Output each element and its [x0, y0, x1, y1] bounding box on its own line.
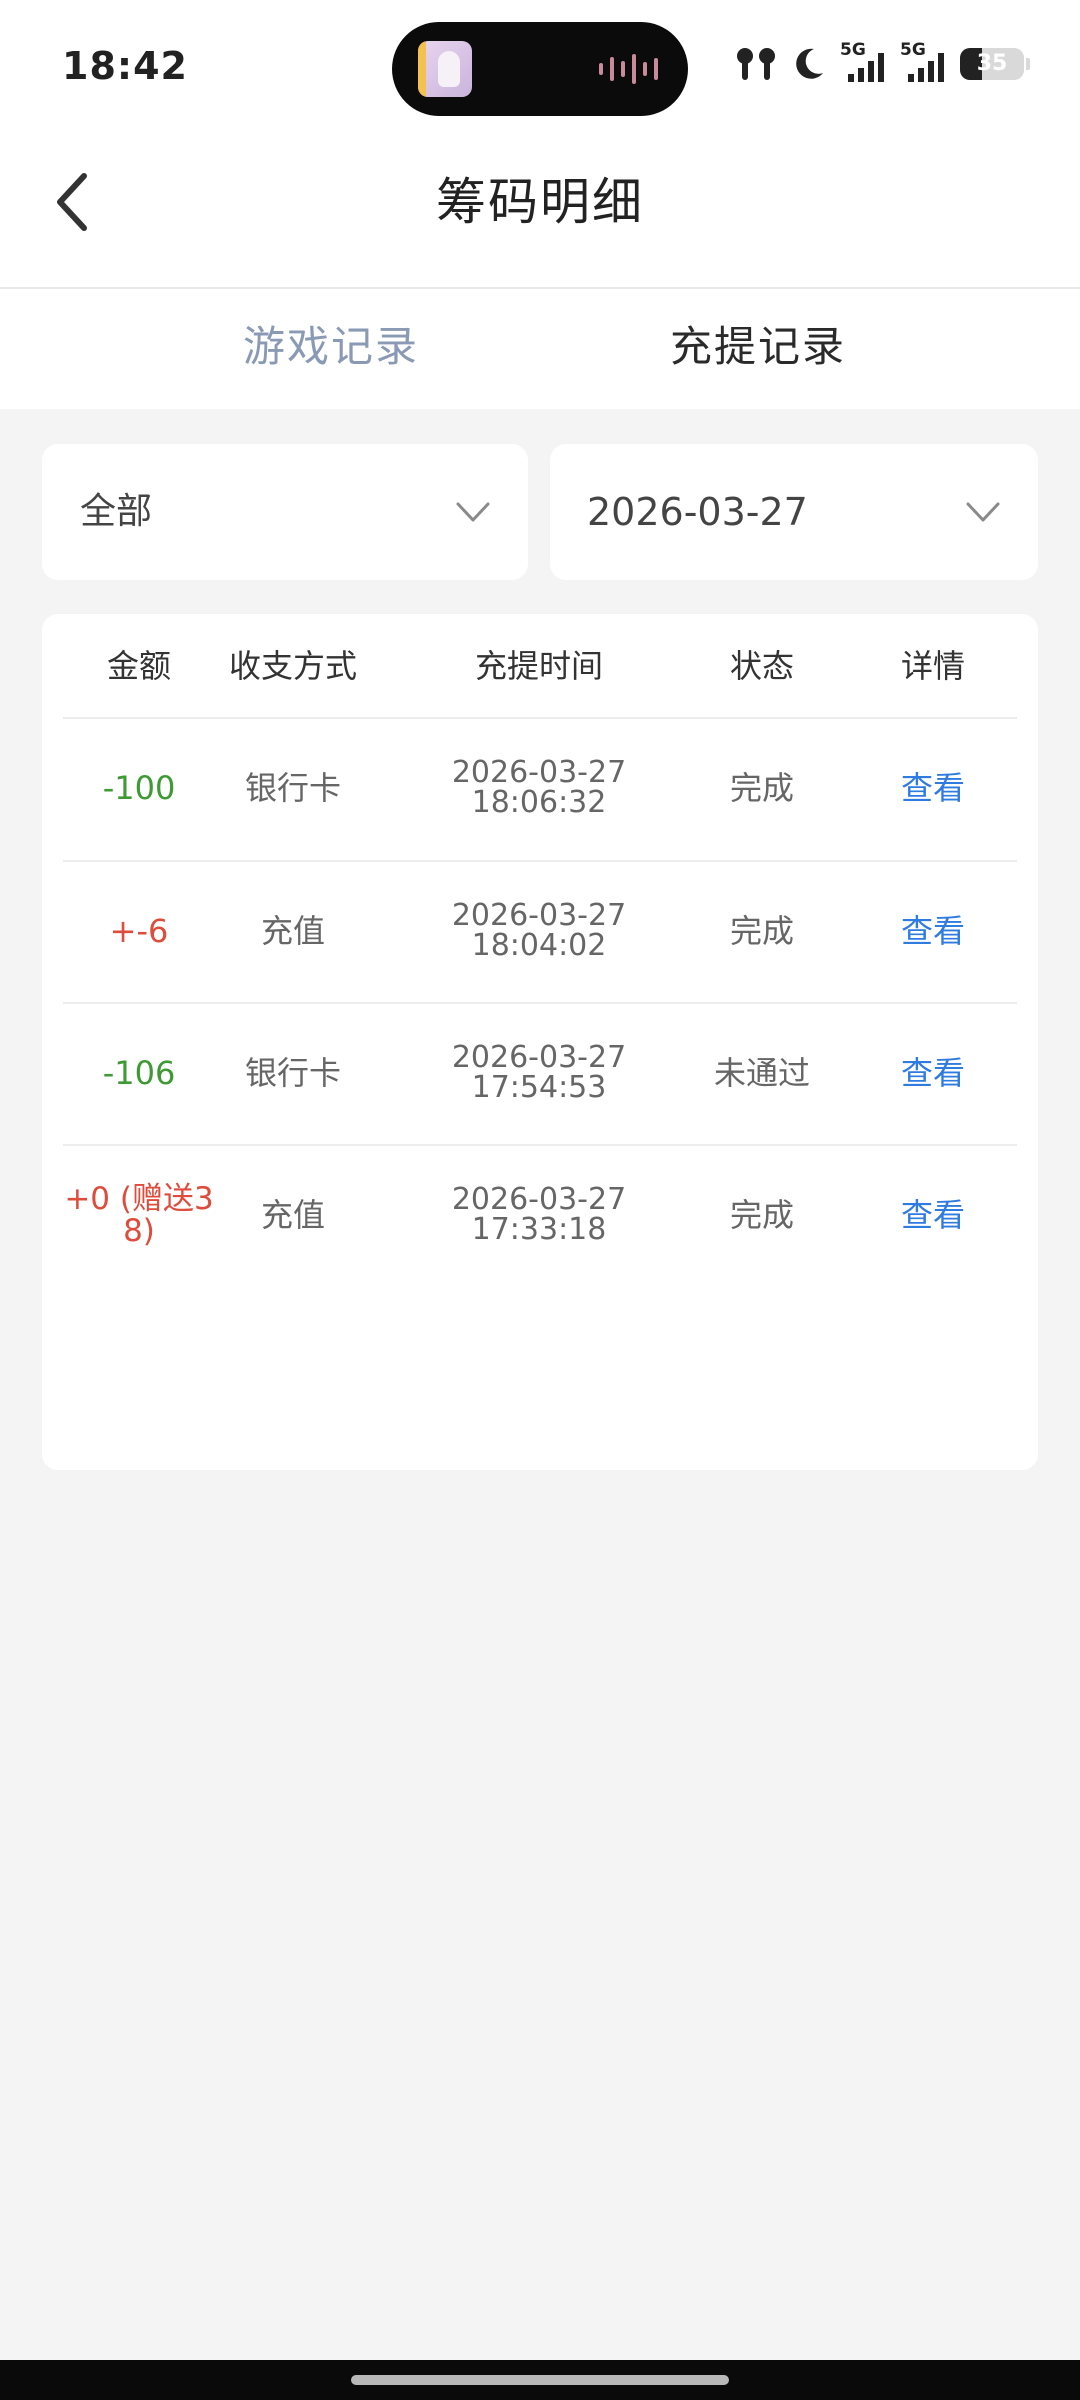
tab-game-records[interactable]: 游戏记录 [243, 317, 419, 377]
row-clock-text: 18:06:32 [471, 785, 607, 820]
header-method: 收支方式 [228, 647, 357, 685]
row-method: 充值 [260, 912, 325, 950]
header-status: 状态 [729, 647, 794, 685]
type-filter-dropdown[interactable]: 全部 [42, 444, 528, 580]
row-status: 完成 [729, 1196, 794, 1234]
row-amount-line2: 8) [123, 1213, 155, 1249]
row-amount: +-6 [109, 912, 169, 950]
battery-icon: 35 [960, 48, 1030, 80]
row-status: 完成 [729, 912, 794, 950]
record-tabs: 游戏记录 充提记录 [0, 289, 1080, 409]
signal-5g-icon: 5G [900, 40, 946, 84]
row-clock-text: 17:33:18 [471, 1212, 607, 1247]
table-row: +0 (赠送3 8) 充值 2026-03-27 17:33:18 完成 查看 [42, 1145, 1038, 1285]
tab-recharge-records[interactable]: 充提记录 [670, 317, 846, 377]
table-row: -100 银行卡 2026-03-27 18:06:32 完成 查看 [42, 718, 1038, 858]
audio-wave-icon [599, 52, 658, 86]
chevron-down-icon [456, 502, 490, 522]
header-detail: 详情 [900, 647, 965, 685]
signal-5g-icon: 5G [840, 40, 886, 84]
header-amount: 金额 [106, 647, 171, 685]
header-time: 充提时间 [474, 647, 603, 685]
row-time: 2026-03-27 17:33:18 [424, 1145, 654, 1285]
row-amount: -106 [102, 1054, 176, 1092]
row-amount: +0 (赠送3 8) [64, 1145, 214, 1285]
view-detail-link[interactable]: 查看 [882, 718, 984, 858]
row-time: 2026-03-27 18:06:32 [424, 718, 654, 858]
page-title: 筹码明细 [436, 173, 644, 231]
row-status: 未通过 [713, 1054, 810, 1092]
view-detail-link[interactable]: 查看 [882, 1003, 984, 1143]
row-amount: -100 [102, 769, 176, 807]
battery-level: 35 [976, 51, 1008, 76]
row-amount-line1: +0 (赠送3 [64, 1181, 214, 1217]
page-header: 筹码明细 [0, 130, 1080, 289]
row-method: 银行卡 [244, 769, 341, 807]
row-method: 充值 [260, 1196, 325, 1234]
status-time: 18:42 [62, 44, 188, 88]
table-row: -106 银行卡 2026-03-27 17:54:53 未通过 查看 [42, 1003, 1038, 1143]
view-detail-link[interactable]: 查看 [882, 861, 984, 1001]
type-filter-value: 全部 [80, 491, 153, 532]
row-method: 银行卡 [244, 1054, 341, 1092]
dynamic-island[interactable] [392, 22, 688, 116]
row-clock-text: 18:04:02 [471, 928, 607, 963]
table-row: +-6 充值 2026-03-27 18:04:02 完成 查看 [42, 861, 1038, 1001]
row-time: 2026-03-27 17:54:53 [424, 1003, 654, 1143]
moon-icon [796, 48, 823, 79]
date-filter-value: 2026-03-27 [587, 490, 808, 534]
row-clock-text: 17:54:53 [471, 1070, 607, 1105]
earbuds-icon [737, 48, 775, 80]
status-bar: 18:42 5G 5G 35 [0, 0, 1080, 130]
home-indicator[interactable] [351, 2375, 729, 2385]
table-header: 金额 收支方式 充提时间 状态 详情 [42, 614, 1038, 718]
status-icons: 5G 5G 35 [734, 40, 1030, 84]
view-detail-link[interactable]: 查看 [882, 1145, 984, 1285]
row-time: 2026-03-27 18:04:02 [424, 861, 654, 1001]
records-table: 金额 收支方式 充提时间 状态 详情 -100 银行卡 2026-03-27 18… [42, 614, 1038, 1470]
date-filter-dropdown[interactable]: 2026-03-27 [550, 444, 1038, 580]
row-status: 完成 [729, 769, 794, 807]
system-nav-bar [0, 2360, 1080, 2400]
music-app-icon[interactable] [418, 41, 472, 97]
chevron-down-icon [966, 502, 1000, 522]
